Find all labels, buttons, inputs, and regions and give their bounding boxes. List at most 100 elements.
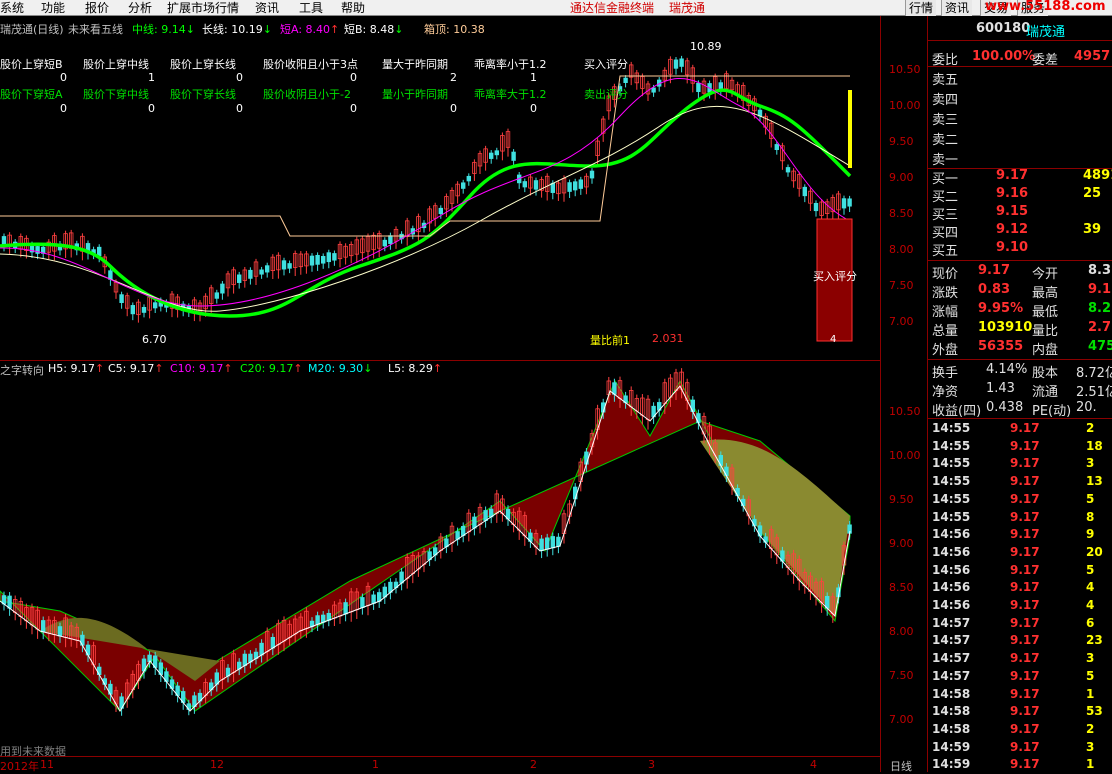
- tick-row: 14:57 9.17 3: [928, 650, 1112, 668]
- lower-legend-label: C20: 9.17: [240, 362, 294, 375]
- tick-volume: 5: [1086, 562, 1095, 577]
- menu-item-2[interactable]: 报价: [85, 0, 109, 16]
- candle-body: [309, 255, 315, 266]
- tick-volume: 18: [1086, 438, 1103, 453]
- candle-body: [735, 487, 740, 497]
- upper-chart-pane[interactable]: 买入评分 4 瑞茂通(日线) 未来看五线 中线: 9.14↓ 长线: 10.19↓ 短A:…: [0, 16, 880, 360]
- tick-volume: 3: [1086, 456, 1095, 471]
- candle-body: [545, 537, 550, 550]
- flag-top-label-3: 股价收阳且小于3点: [263, 58, 358, 71]
- stat-value: 9.17: [978, 263, 1011, 278]
- tick-time: 14:57: [932, 651, 971, 666]
- lower-legend-arrow: ↑: [154, 362, 164, 375]
- tick-volume: 2: [1086, 421, 1095, 435]
- x-axis-month-0: 11: [40, 758, 54, 771]
- stat-value: 103910: [978, 320, 1033, 335]
- flag-top-value-3: 0: [350, 71, 357, 84]
- stat-label: 最低: [1032, 305, 1059, 320]
- top-button-1[interactable]: 资讯: [941, 0, 973, 16]
- candle-body: [841, 198, 847, 209]
- candle-body: [847, 198, 852, 207]
- upper-legend-label: 短B: 8.48: [344, 23, 395, 36]
- candle-body: [236, 274, 242, 283]
- candle-body: [97, 246, 102, 257]
- menu-item-5[interactable]: 资讯: [255, 0, 279, 16]
- menu-item-1[interactable]: 功能: [41, 0, 65, 16]
- candle-body: [248, 269, 253, 279]
- vol-ratio-value: 2.031: [652, 332, 684, 345]
- sell-level-label: 卖二: [932, 133, 959, 148]
- weicha-value: 4957: [1074, 49, 1111, 64]
- buy-level-volume: 39: [1083, 222, 1102, 237]
- candle-body: [371, 594, 376, 604]
- weibi-row: 委比 100.00% 委差 4957: [928, 48, 1112, 68]
- stat-label: 量比: [1032, 324, 1059, 339]
- tick-price: 9.17: [1010, 615, 1040, 630]
- candle-body: [41, 620, 46, 633]
- fundamental-row: 净资 1.43 流通 2.51亿: [928, 380, 1112, 400]
- fund-value: 0.438: [986, 400, 1024, 415]
- candle-body: [119, 294, 124, 304]
- tick-time: 14:58: [932, 721, 971, 736]
- candle-body: [326, 612, 331, 621]
- tick-row: 14:55 9.17 13: [928, 473, 1112, 491]
- fund-label: 净资: [932, 385, 959, 400]
- price-axis: 10.50 10.00 9.50 9.00 8.50 8.00 7.50 7.00 10.50 1…: [880, 16, 927, 772]
- stat-label: 涨跌: [932, 286, 959, 301]
- candle-body: [511, 151, 516, 161]
- tick-volume: 4: [1086, 580, 1095, 595]
- tick-time: 14:56: [932, 544, 971, 559]
- candle-body: [7, 595, 12, 609]
- candle-body: [785, 167, 791, 173]
- tick-price: 9.17: [1010, 721, 1040, 736]
- fund-value: 4.14%: [986, 362, 1028, 377]
- candle-body: [522, 181, 527, 188]
- tick-row: 14:55 9.17 5: [928, 491, 1112, 509]
- sell-level: 卖二: [928, 128, 1112, 148]
- tick-row: 14:56 9.17 20: [928, 544, 1112, 562]
- flag-top-label-1: 股价上穿中线: [83, 58, 149, 71]
- high-annotation: 10.89: [690, 40, 722, 53]
- candle-body: [584, 451, 589, 465]
- candle-body: [141, 307, 147, 313]
- lower-chart-pane[interactable]: 之字转向 H5: 9.17↑ C5: 9.17↑ C10: 9.17↑ C20: 9.1…: [0, 360, 880, 758]
- menu-item-3[interactable]: 分析: [128, 0, 152, 16]
- divider: [928, 40, 1112, 41]
- menu-item-6[interactable]: 工具: [299, 0, 323, 16]
- tick-row: 14:59 9.17 1: [928, 756, 1112, 774]
- buy-level-price: 9.12: [996, 222, 1029, 237]
- sell-level: 卖三: [928, 108, 1112, 128]
- stat-label: 内盘: [1032, 343, 1059, 358]
- sell-level: 卖四: [928, 88, 1112, 108]
- tick-price: 9.17: [1010, 456, 1040, 471]
- menu-item-0[interactable]: 系统: [0, 0, 24, 16]
- lower-axis-label: 10.50: [889, 405, 921, 418]
- upper-axis-label: 7.50: [889, 279, 914, 292]
- tick-row: 14:57 9.17 23: [928, 632, 1112, 650]
- menu-item-7[interactable]: 帮助: [341, 0, 365, 16]
- candle-body: [315, 615, 320, 625]
- candle-body: [259, 642, 264, 656]
- fund-value: 1.43: [986, 381, 1015, 396]
- sell-level: 卖五: [928, 68, 1112, 88]
- top-button-0[interactable]: 行情: [905, 0, 937, 16]
- candle-body: [533, 180, 539, 190]
- flag-bottom-label-5: 乖离率大于1.2: [474, 88, 547, 101]
- lower-axis-label: 9.50: [889, 493, 914, 506]
- tick-row: 14:57 9.17 6: [928, 615, 1112, 633]
- lower-legend-label: C10: 9.17: [170, 362, 224, 375]
- upper-axis-label: 8.50: [889, 207, 914, 220]
- menu-item-4[interactable]: 扩展市场行情: [167, 0, 239, 16]
- tick-volume: 23: [1086, 633, 1103, 648]
- tick-time: 14:56: [932, 598, 971, 612]
- mid-line: [0, 88, 852, 318]
- candle-body: [802, 186, 807, 197]
- buy-level-price: 9.10: [996, 240, 1029, 255]
- upper-legend-arrow: ↑: [330, 23, 340, 36]
- tick-price: 9.17: [1010, 474, 1040, 489]
- lower-chart-canvas[interactable]: [0, 361, 880, 757]
- candle-body: [460, 182, 466, 189]
- candle-body: [578, 179, 583, 189]
- lower-axis-label: 8.00: [889, 625, 914, 638]
- tick-time: 14:59: [932, 757, 971, 772]
